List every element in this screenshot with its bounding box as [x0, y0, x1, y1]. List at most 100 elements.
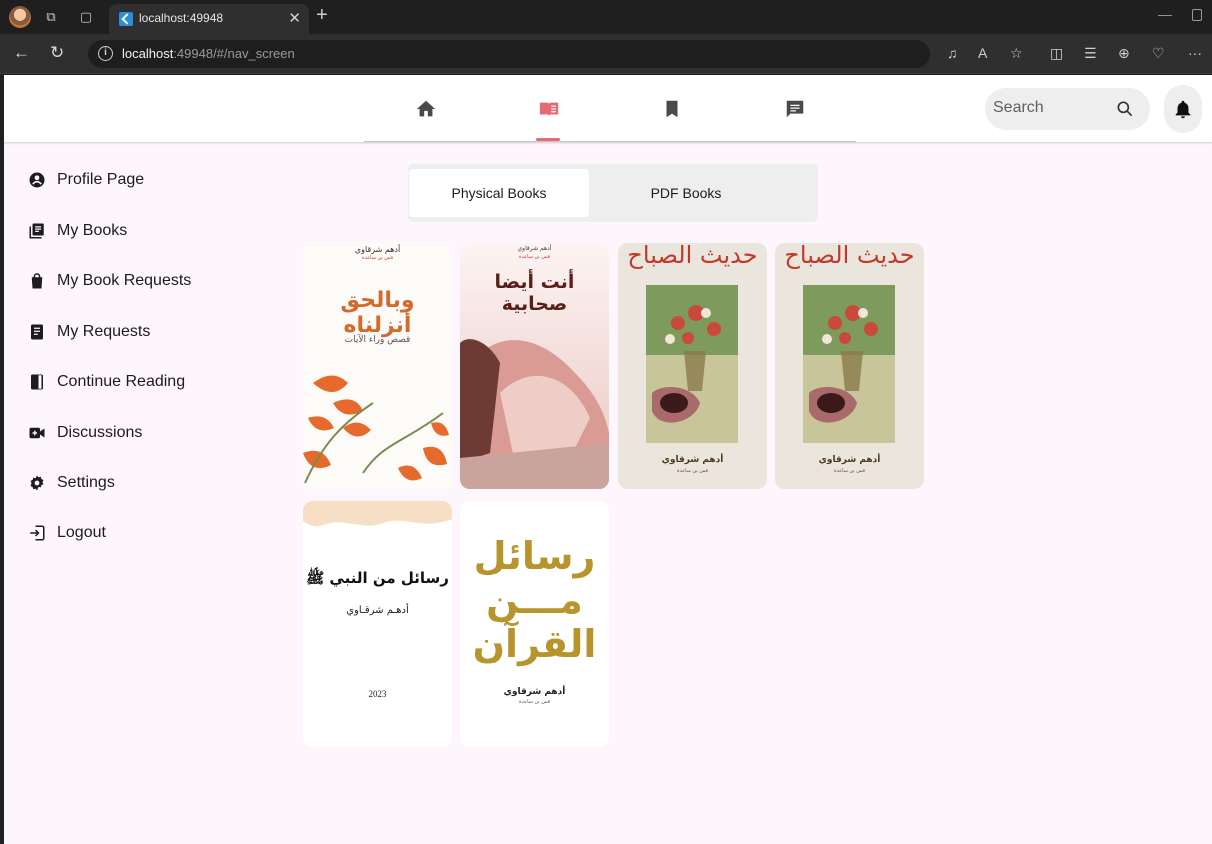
tab-messages[interactable] — [733, 75, 856, 142]
shopping-bag-icon — [31, 273, 43, 289]
book-subtitle: قصص وراء الآيات — [344, 335, 411, 345]
book-card[interactable]: رسائل من النبي ﷺ أدهـم شرقـاوي 2023 — [303, 501, 452, 747]
sidebar-item-label: My Books — [57, 222, 128, 239]
sidebar-item-label: Logout — [57, 524, 106, 541]
more-menu-icon[interactable]: ··· — [1188, 45, 1202, 61]
book-cover-flowers — [303, 243, 452, 489]
profile-icon — [29, 172, 45, 188]
back-icon[interactable]: ← — [13, 43, 30, 63]
search-field[interactable]: Search — [985, 88, 1150, 130]
book-card[interactable]: حديث الصباح أدهم شرقاوي قس بن ساعدة — [618, 243, 767, 489]
book-title-line: مـــن — [486, 578, 583, 622]
tab-actions-icon[interactable]: ▢ — [77, 8, 95, 26]
maximize-icon[interactable] — [1192, 9, 1202, 21]
book-author: أدهم شرقاوي — [818, 455, 881, 465]
physical-books-button[interactable]: Physical Books — [409, 169, 589, 217]
book-card[interactable]: رسائل مـــن القرآن أدهم شرقاوي قس بن ساع… — [460, 501, 609, 747]
book-author: أدهم شرقاوي — [354, 245, 401, 254]
book-card[interactable]: أدهم شرقاوي قس بن ساعدة وبالحق أنزلناه ق… — [303, 243, 452, 489]
tab-books[interactable] — [487, 75, 610, 142]
book-cover-vase — [775, 243, 924, 489]
sidebar-item-logout[interactable]: Logout — [28, 518, 268, 548]
sidebar-item-profile[interactable]: Profile Page — [28, 165, 268, 195]
app-window: Search Profile Page My Books My Book Req… — [4, 75, 1212, 844]
collections-icon[interactable]: ⊕ — [1118, 45, 1130, 62]
favorites-icon[interactable]: ☰ — [1084, 45, 1097, 62]
sidebar-item-my-requests[interactable]: My Requests — [28, 317, 268, 347]
profile-avatar-icon[interactable] — [9, 6, 31, 28]
sidebar-item-settings[interactable]: Settings — [28, 468, 268, 498]
book-title: حديث الصباح — [627, 243, 758, 269]
message-icon — [786, 100, 803, 117]
book-author: أدهـم شرقـاوي — [346, 605, 409, 616]
book-tagline: قس بن ساعدة — [676, 468, 709, 474]
sidebar-item-label: My Book Requests — [57, 272, 192, 289]
address-bar[interactable]: i localhost:49948/#/nav_screen — [88, 40, 930, 68]
browser-tabstrip: ⧉ ▢ localhost:49948 ✕ + — — [0, 0, 1212, 34]
address-url: localhost:49948/#/nav_screen — [122, 46, 295, 61]
open-book-icon — [539, 102, 558, 116]
notification-permission-icon[interactable]: ♫ — [947, 45, 958, 61]
active-tab-indicator — [536, 138, 560, 141]
top-app-bar: Search — [4, 75, 1212, 142]
book-title: وبالحق أنزلناه — [340, 288, 415, 338]
tab-home[interactable] — [364, 75, 487, 142]
sidebar-item-label: My Requests — [57, 323, 151, 340]
book-type-toggle: Physical Books PDF Books — [408, 164, 818, 222]
sidebar-item-discussions[interactable]: Discussions — [28, 418, 268, 448]
book-title-line: رسائل — [473, 534, 596, 578]
receipt-icon — [31, 324, 43, 340]
browser-essentials-icon[interactable]: ♡ — [1152, 45, 1165, 62]
book-author: أدهم شرقاوي — [661, 455, 724, 465]
favorite-star-icon[interactable]: ☆ — [1010, 45, 1023, 62]
split-screen-icon[interactable]: ◫ — [1050, 45, 1063, 62]
bookmark-icon — [666, 100, 677, 117]
browser-toolbar: ← ↻ i localhost:49948/#/nav_screen ♫ A ☆… — [0, 34, 1212, 74]
book-author: أدهم شرقاوي — [517, 245, 552, 252]
book-card[interactable]: أدهم شرقاوي قس بن ساعدة أنت أيضا صحابية — [460, 243, 609, 489]
gear-icon — [30, 475, 44, 491]
logout-icon — [30, 525, 45, 541]
search-placeholder: Search — [993, 99, 1044, 116]
book-tagline: قس بن ساعدة — [518, 699, 551, 705]
read-aloud-icon[interactable]: A — [978, 45, 987, 61]
sidebar-item-label: Continue Reading — [57, 373, 186, 390]
main-nav-tabs — [364, 75, 856, 142]
book-tagline: قس بن ساعدة — [833, 468, 866, 474]
site-info-icon[interactable]: i — [98, 46, 113, 61]
sidebar-item-my-books[interactable]: My Books — [28, 216, 268, 246]
book-author: أدهم شرقاوي — [503, 687, 566, 697]
refresh-icon[interactable]: ↻ — [50, 43, 64, 63]
browser-tab-title: localhost:49948 — [139, 11, 224, 25]
notifications-button[interactable] — [1164, 85, 1202, 133]
search-icon[interactable] — [1115, 99, 1135, 119]
book-year: 2023 — [368, 689, 387, 699]
tab-bookmarks[interactable] — [610, 75, 733, 142]
book-title: رسائل من النبي ﷺ — [306, 569, 449, 587]
book-title: حديث الصباح — [784, 243, 915, 269]
sidebar-item-label: Settings — [57, 474, 115, 491]
book-title: أنت أيضا صحابية — [494, 271, 575, 315]
bell-icon — [1175, 100, 1191, 119]
sidebar-item-label: Profile Page — [57, 171, 145, 188]
library-icon — [29, 223, 44, 239]
workspaces-icon[interactable]: ⧉ — [42, 8, 60, 26]
browser-tab[interactable]: localhost:49948 ✕ — [109, 4, 309, 34]
book-card[interactable]: حديث الصباح أدهم شرقاوي قس بن ساعدة — [775, 243, 924, 489]
close-tab-icon[interactable]: ✕ — [288, 9, 301, 27]
new-tab-icon[interactable]: + — [316, 4, 328, 27]
sidebar-item-label: Discussions — [57, 424, 143, 441]
book-cover-watercolor — [303, 501, 452, 747]
book-icon — [31, 374, 43, 390]
video-call-icon — [29, 427, 45, 439]
book-cover-vase — [618, 243, 767, 489]
book-title-line: القرآن — [472, 622, 597, 666]
flutter-favicon-icon — [119, 12, 133, 26]
book-tagline: قس بن ساعدة — [361, 255, 394, 261]
sidebar-item-my-book-requests[interactable]: My Book Requests — [28, 266, 268, 296]
book-tagline: قس بن ساعدة — [518, 254, 551, 260]
minimize-icon[interactable]: — — [1158, 6, 1172, 22]
pdf-books-button[interactable]: PDF Books — [591, 169, 781, 217]
home-icon — [416, 100, 435, 116]
sidebar-item-continue-reading[interactable]: Continue Reading — [28, 367, 268, 397]
